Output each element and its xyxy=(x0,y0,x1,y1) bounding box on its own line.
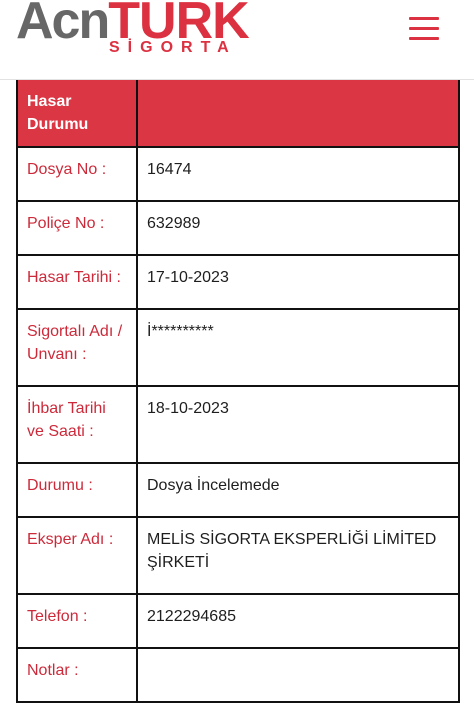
table-header-label: Hasar Durumu xyxy=(16,80,138,148)
table-row-sigortali-adi: Sigortalı Adı / Unvanı : İ********** xyxy=(16,308,460,387)
table-row-hasar-tarihi: Hasar Tarihi : 17-10-2023 xyxy=(16,254,460,310)
site-header: AcnTURK SİGORTA xyxy=(0,0,474,80)
row-value: 17-10-2023 xyxy=(136,254,460,310)
row-label: Sigortalı Adı / Unvanı : xyxy=(16,308,138,387)
row-label: İhbar Tarihi ve Saati : xyxy=(16,385,138,464)
table-row-police-no: Poliçe No : 632989 xyxy=(16,200,460,256)
menu-bar xyxy=(409,27,439,30)
claim-status-table: Hasar Durumu Dosya No : 16474 Poliçe No … xyxy=(16,80,460,703)
logo-acn-text: Acn xyxy=(16,0,110,50)
row-value xyxy=(136,647,460,703)
table-row-eksper-adi: Eksper Adı : MELİS SİGORTA EKSPERLİĞİ Lİ… xyxy=(16,516,460,595)
row-value: MELİS SİGORTA EKSPERLİĞİ LİMİTED ŞİRKETİ xyxy=(136,516,460,595)
hamburger-menu-icon[interactable] xyxy=(406,14,442,44)
row-value: 2122294685 xyxy=(136,593,460,649)
row-label: Poliçe No : xyxy=(16,200,138,256)
table-row-durumu: Durumu : Dosya İncelemede xyxy=(16,462,460,518)
table-row-ihbar-tarihi: İhbar Tarihi ve Saati : 18-10-2023 xyxy=(16,385,460,464)
menu-bar xyxy=(409,37,439,40)
row-label: Hasar Tarihi : xyxy=(16,254,138,310)
row-label: Eksper Adı : xyxy=(16,516,138,595)
row-value: 16474 xyxy=(136,146,460,202)
row-value: İ********** xyxy=(136,308,460,387)
menu-bar xyxy=(409,17,439,20)
table-row-notlar: Notlar : xyxy=(16,647,460,703)
table-row-telefon: Telefon : 2122294685 xyxy=(16,593,460,649)
logo-sigorta-text: SİGORTA xyxy=(109,39,237,56)
acnturk-logo[interactable]: AcnTURK SİGORTA xyxy=(16,0,250,62)
row-label: Telefon : xyxy=(16,593,138,649)
row-value: 18-10-2023 xyxy=(136,385,460,464)
table-header-value xyxy=(136,80,460,148)
claim-status-table-container: Hasar Durumu Dosya No : 16474 Poliçe No … xyxy=(16,80,460,703)
row-label: Dosya No : xyxy=(16,146,138,202)
row-value: 632989 xyxy=(136,200,460,256)
row-value: Dosya İncelemede xyxy=(136,462,460,518)
table-header-row: Hasar Durumu xyxy=(16,80,460,148)
row-label: Durumu : xyxy=(16,462,138,518)
table-row-dosya-no: Dosya No : 16474 xyxy=(16,146,460,202)
row-label: Notlar : xyxy=(16,647,138,703)
